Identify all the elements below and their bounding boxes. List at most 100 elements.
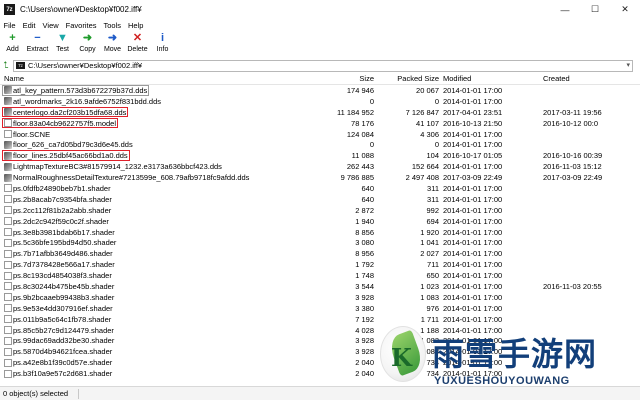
- file-packed-size: 1 711: [420, 314, 439, 324]
- file-name: atl_wordmarks_2k16.9afde6752f831bdd.dds: [13, 96, 162, 106]
- minimize-button[interactable]: —: [550, 0, 580, 19]
- file-size: 640: [361, 183, 374, 193]
- file-name-cell: ps.7b71afbb3649d486.shader: [0, 248, 310, 259]
- column-name-label: Name: [4, 74, 25, 83]
- file-row[interactable]: ps.85c5b27c9d124479.shader 4 028 1 188 2014…: [0, 325, 640, 336]
- file-row[interactable]: ps.8c30244b475be45b.shader 3 544 1 023 2014…: [0, 281, 640, 292]
- shader-file-icon: [4, 217, 12, 226]
- file-row[interactable]: LightmapTextureBC3#81579914_1232.e3173a6…: [0, 161, 640, 172]
- file-name: centerlogo.da2cf203b15dfa68.dds: [13, 107, 127, 117]
- file-row[interactable]: floor.83a04cb9622757f5.model 78 176 41 107…: [0, 117, 640, 129]
- file-row[interactable]: ps.b3f10a9e57c2d681.shader 2 040 734 2014-0…: [0, 368, 640, 379]
- file-row[interactable]: ps.7d7378428e566a17.shader 1 792 711 2014-0…: [0, 259, 640, 270]
- file-name: ps.a42e8b1f39c0d57e.shader: [13, 358, 113, 368]
- file-modified: 2014-01-01 17:00: [443, 238, 503, 248]
- file-name-cell: ps.7d7378428e566a17.shader: [0, 259, 310, 270]
- file-row[interactable]: ps.7b71afbb3649d486.shader 8 956 2 027 2014…: [0, 248, 640, 259]
- file-name: ps.2dc2c942f59c0c2f.shader: [13, 216, 109, 226]
- file-row[interactable]: floor.SCNE 124 084 4 306 2014-01-01 17:00: [0, 129, 640, 140]
- column-created[interactable]: Created: [517, 74, 637, 83]
- toolbar-add-button[interactable]: + Add: [0, 32, 25, 53]
- file-row[interactable]: ps.9e53e4dd307916ef.shader 3 380 976 2014-0…: [0, 303, 640, 314]
- file-size: 2 040: [355, 358, 374, 368]
- file-row[interactable]: floor_lines.25dbf45ac66bd1a0.dds 11 088 10…: [0, 150, 640, 161]
- menu-view[interactable]: View: [39, 21, 62, 30]
- file-size: 8 956: [355, 249, 374, 259]
- file-size: 1 792: [355, 260, 374, 270]
- file-name-cell: ps.3e8b3981bdab6b17.shader: [0, 227, 310, 238]
- column-size[interactable]: Size: [310, 74, 376, 83]
- column-name[interactable]: Name ^: [0, 73, 310, 84]
- check-icon: ▼: [57, 32, 68, 44]
- file-row[interactable]: ps.9b2bcaaeb99438b3.shader 3 928 1 083 2014…: [0, 292, 640, 303]
- file-size: 3 544: [355, 281, 374, 291]
- file-name: floor_lines.25dbf45ac66bd1a0.dds: [13, 151, 128, 161]
- file-name: ps.9e53e4dd307916ef.shader: [13, 303, 113, 313]
- dds-file-icon: [4, 86, 12, 95]
- shader-file-icon: [4, 336, 12, 345]
- toolbar-copy-button[interactable]: ➜ Copy: [75, 32, 100, 53]
- file-row[interactable]: ps.5870d4b94621fcea.shader 3 928 1 083 2014…: [0, 346, 640, 357]
- file-name-cell: ps.2dc2c942f59c0c2f.shader: [0, 216, 310, 227]
- menu-file[interactable]: File: [0, 21, 19, 30]
- file-row[interactable]: ps.99dac69add32be30.shader 3 928 1 083 2014…: [0, 335, 640, 346]
- close-button[interactable]: ✕: [610, 0, 640, 19]
- file-packed-size: 7 126 847: [405, 107, 439, 117]
- file-row[interactable]: ps.011b9a5c64c1fb78.shader 7 192 1 711 2014…: [0, 314, 640, 325]
- file-row[interactable]: ps.5c36bfe195bd94d50.shader 3 080 1 041 201…: [0, 237, 640, 248]
- maximize-button[interactable]: ☐: [580, 0, 610, 19]
- file-name-cell: atl_wordmarks_2k16.9afde6752f831bdd.dds: [0, 96, 310, 107]
- file-name-cell: ps.8c193cd4854038f3.shader: [0, 270, 310, 281]
- menu-favorites[interactable]: Favorites: [62, 21, 100, 30]
- path-field[interactable]: 7z C:\Users\owner¥Desktop¥f002.iff¥ ▾: [13, 59, 633, 72]
- file-packed-size: 1 920: [420, 227, 439, 237]
- toolbar-label: Add: [6, 46, 19, 53]
- file-name: ps.b3f10a9e57c2d681.shader: [13, 369, 113, 379]
- file-name: floor.83a04cb9622757f5.model: [13, 118, 117, 128]
- file-name: ps.7d7378428e566a17.shader: [13, 260, 115, 270]
- path-text: C:\Users\owner¥Desktop¥f002.iff¥: [28, 61, 143, 70]
- copy-arrow-icon: ➜: [82, 32, 93, 44]
- file-size: 78 176: [351, 118, 374, 128]
- file-name: ps.2b8acab7c9354bfa.shader: [13, 194, 112, 204]
- toolbar-test-button[interactable]: ▼ Test: [50, 32, 75, 53]
- file-row[interactable]: ps.2cc112f81b2a2abb.shader 2 872 992 2014-0…: [0, 205, 640, 216]
- shader-file-icon: [4, 358, 12, 367]
- column-packed-size[interactable]: Packed Size: [376, 74, 441, 83]
- file-size: 640: [361, 194, 374, 204]
- dds-file-icon: [4, 162, 12, 171]
- file-name: LightmapTextureBC3#81579914_1232.e3173a6…: [13, 162, 222, 172]
- chevron-down-icon[interactable]: ▾: [626, 61, 630, 69]
- shader-file-icon: [4, 369, 12, 378]
- menu-tools[interactable]: Tools: [100, 21, 125, 30]
- menu-edit[interactable]: Edit: [19, 21, 39, 30]
- file-row[interactable]: centerlogo.da2cf203b15dfa68.dds 11 184 95…: [0, 106, 640, 118]
- file-rows: atl_key_pattern.573d3b672279b37d.dds 174 …: [0, 85, 640, 379]
- file-row[interactable]: ps.3e8b3981bdab6b17.shader 8 856 1 920 2014…: [0, 227, 640, 238]
- file-row[interactable]: atl_key_pattern.573d3b672279b37d.dds 174 …: [0, 85, 640, 96]
- file-row[interactable]: ps.2dc2c942f59c0c2f.shader 1 940 694 2014-0…: [0, 216, 640, 227]
- toolbar-delete-button[interactable]: ✕ Delete: [125, 32, 150, 53]
- toolbar-extract-button[interactable]: − Extract: [25, 32, 50, 53]
- column-modified[interactable]: Modified: [441, 74, 517, 83]
- file-row[interactable]: floor_626_ca7d05bd79c3d6e45.dds 0 0 2014-01…: [0, 139, 640, 150]
- file-modified: 2014-01-01 17:00: [443, 347, 503, 357]
- folder-up-icon[interactable]: ⮤: [0, 60, 12, 71]
- status-selected: 0 object(s) selected: [3, 389, 69, 398]
- toolbar-info-button[interactable]: i Info: [150, 32, 175, 53]
- toolbar: + Add − Extract ▼ Test ➜ Copy ➜ Move ✕ Delete i Info: [0, 32, 640, 58]
- file-name-cell: floor.83a04cb9622757f5.model: [0, 117, 310, 129]
- menu-help[interactable]: Help: [125, 21, 147, 30]
- file-name: ps.85c5b27c9d124479.shader: [13, 325, 114, 335]
- file-packed-size: 992: [426, 205, 439, 215]
- menu-bar: File Edit View Favorites Tools Help: [0, 19, 640, 31]
- file-name: ps.8c30244b475be45b.shader: [13, 281, 115, 291]
- file-row[interactable]: ps.8c193cd4854038f3.shader 1 748 650 2014-0…: [0, 270, 640, 281]
- file-row[interactable]: ps.a42e8b1f39c0d57e.shader 2 040 734 2014-0…: [0, 357, 640, 368]
- toolbar-move-button[interactable]: ➜ Move: [100, 32, 125, 53]
- file-row[interactable]: ps.0fdfb24890beb7b1.shader 640 311 2014-01-…: [0, 183, 640, 194]
- file-row[interactable]: atl_wordmarks_2k16.9afde6752f831bdd.dds 0…: [0, 96, 640, 107]
- file-row[interactable]: ps.2b8acab7c9354bfa.shader 640 311 2014-01-…: [0, 194, 640, 205]
- file-row[interactable]: NormalRoughnessDetailTexture#7213599e_60…: [0, 172, 640, 183]
- address-bar: ⮤ 7z C:\Users\owner¥Desktop¥f002.iff¥ ▾: [0, 59, 640, 72]
